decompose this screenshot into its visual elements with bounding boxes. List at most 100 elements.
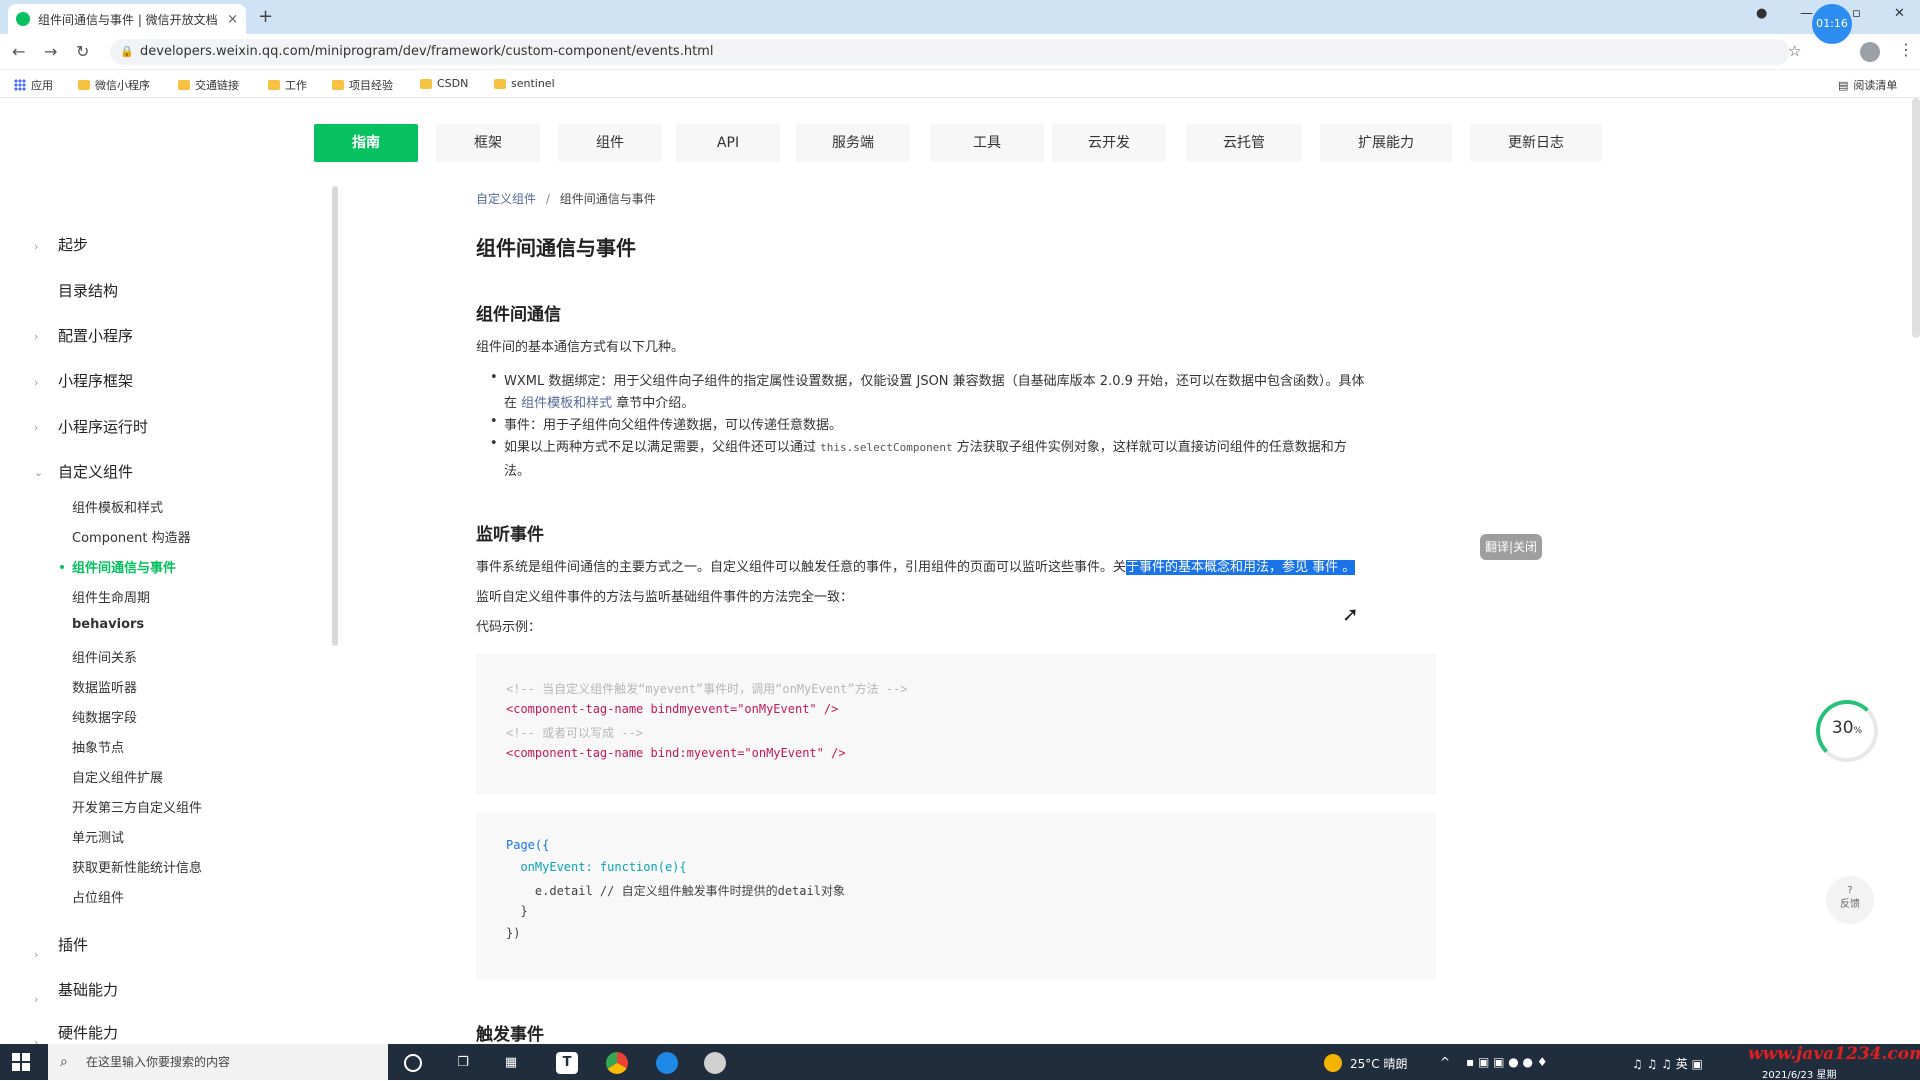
code-line: <!-- 或者可以写成 --> [506,726,644,740]
nav-extended[interactable]: 扩展能力 [1320,124,1452,162]
code-line: Page({ [506,838,550,852]
address-bar-row: ← → ↻ 🔒 developers.weixin.qq.com/minipro… [0,34,1920,70]
sidebar-subitem[interactable]: 占位组件 [72,887,124,906]
nav-components[interactable]: 组件 [558,124,662,162]
taskbar-search-input[interactable]: ⌕ 在这里输入你要搜索的内容 [48,1044,388,1080]
bullet-select-component-line2: 法。 [504,464,531,479]
bookmark-apps[interactable]: 应用 [14,77,53,93]
reading-list-icon: ▤ [1838,78,1849,92]
nav-changelog[interactable]: 更新日志 [1470,124,1602,162]
speed-ring-widget[interactable]: 30% [1816,700,1878,762]
store-icon[interactable]: ▦ [500,1052,522,1074]
sidebar-subitem[interactable]: 纯数据字段 [72,707,137,726]
back-arrow-icon[interactable]: ← [12,42,25,61]
sidebar-subitem[interactable]: 单元测试 [72,827,124,846]
wechat-icon[interactable] [704,1052,726,1074]
sidebar-subitem[interactable]: behaviors [72,617,144,632]
sidebar-subitem[interactable]: 组件模板和样式 [72,497,163,516]
folder-icon [494,78,506,89]
nav-server[interactable]: 服务端 [796,124,910,162]
sidebar-item[interactable]: 起步 [58,234,88,255]
reload-icon[interactable]: ↻ [76,42,89,61]
url-input[interactable]: 🔒 developers.weixin.qq.com/miniprogram/d… [110,39,1790,65]
component-template-link[interactable]: 组件模板和样式 [521,396,612,411]
feedback-button[interactable]: ? 反馈 [1826,876,1874,924]
apps-grid-icon [14,79,26,91]
weather-text[interactable]: 25°C 晴朗 [1350,1055,1407,1072]
bookmark-star-icon[interactable]: ☆ [1788,42,1801,60]
profile-avatar-icon[interactable] [1860,42,1880,62]
bookmark-folder[interactable]: CSDN [420,77,468,90]
nav-guide[interactable]: 指南 [314,124,418,162]
folder-icon [420,78,432,89]
reading-list-button[interactable]: ▤ 阅读清单 [1838,77,1897,93]
sidebar-subitem[interactable]: Component 构造器 [72,527,191,546]
new-tab-button[interactable]: + [258,6,273,27]
tab-close-icon[interactable]: × [227,12,238,27]
windows-taskbar: ⌕ 在这里输入你要搜索的内容 ❐ ▦ T 25°C 晴朗 ^ ▪ ▣ ▣ ● ●… [0,1044,1920,1080]
nav-cloud-hosting[interactable]: 云托管 [1186,124,1302,162]
chevron-right-icon[interactable]: › [34,240,38,253]
nav-cloud-dev[interactable]: 云开发 [1052,124,1166,162]
sidebar-item[interactable]: 硬件能力 [58,1022,118,1043]
bookmark-folder[interactable]: 交通链接 [178,77,239,93]
sidebar [0,186,332,1044]
recording-clock-badge: 01:16 [1812,4,1852,44]
sidebar-item[interactable]: 小程序框架 [58,370,133,391]
sidebar-subitem-active[interactable]: 组件间通信与事件 [72,557,176,576]
sidebar-item-custom-components[interactable]: 自定义组件 [58,461,133,482]
sidebar-subitem[interactable]: 开发第三方自定义组件 [72,797,202,816]
chevron-right-icon[interactable]: › [34,330,38,343]
typora-icon[interactable]: T [556,1052,578,1074]
code-block-wxml[interactable]: <!-- 当自定义组件触发“myevent”事件时，调用“onMyEvent”方… [476,654,1436,794]
maximize-icon[interactable]: ▫ [1852,6,1861,21]
chevron-right-icon[interactable]: › [34,376,38,389]
sidebar-item[interactable]: 插件 [58,934,88,955]
bookmark-folder[interactable]: sentinel [494,77,555,90]
minimize-icon[interactable]: — [1800,6,1813,21]
nav-framework[interactable]: 框架 [436,124,540,162]
tray-expand-icon[interactable]: ^ [1440,1055,1450,1069]
chevron-right-icon[interactable]: › [34,421,38,434]
folder-icon [268,80,280,90]
tray-system-icons[interactable]: ♫ ♫ ♫ 英 ▣ [1632,1055,1703,1072]
chevron-down-icon[interactable]: ⌄ [34,466,43,479]
translate-chip[interactable]: 翻译|关闭 [1480,534,1542,560]
sidebar-subitem[interactable]: 组件间关系 [72,647,137,666]
sidebar-scrollbar[interactable] [332,186,338,646]
cortana-icon[interactable] [404,1054,422,1072]
chevron-right-icon[interactable]: › [34,993,38,1006]
tray-apps-icons[interactable]: ▪ ▣ ▣ ● ● ♦ [1466,1055,1548,1069]
selected-text[interactable]: 于事件的基本概念和用法，参见 事件 。 [1126,560,1356,575]
sidebar-item[interactable]: 小程序运行时 [58,416,148,437]
nav-api[interactable]: API [676,124,780,162]
bullet-events: 事件：用于子组件向父组件传递数据，可以传递任意数据。 [490,414,842,433]
forward-arrow-icon[interactable]: → [44,42,57,61]
browser-tab-active[interactable]: 组件间通信与事件 | 微信开放文档 × [8,4,246,34]
folder-icon [332,80,344,90]
bookmark-folder[interactable]: 微信小程序 [78,77,150,93]
bookmark-folder[interactable]: 工作 [268,77,307,93]
bookmark-folder[interactable]: 项目经验 [332,77,393,93]
nav-tools[interactable]: 工具 [930,124,1044,162]
chevron-right-icon[interactable]: › [34,948,38,961]
windows-start-icon[interactable] [12,1053,30,1071]
extension-icon[interactable]: ● [1756,6,1767,21]
sidebar-item[interactable]: 配置小程序 [58,325,133,346]
chrome-icon[interactable] [606,1052,628,1074]
sidebar-item[interactable]: 目录结构 [58,280,118,301]
sidebar-subitem[interactable]: 数据监听器 [72,677,137,696]
task-view-icon[interactable]: ❐ [452,1052,474,1074]
page-scrollbar[interactable] [1912,98,1920,338]
browser-menu-icon[interactable]: ⋮ [1898,40,1914,59]
section-title: 监听事件 [476,525,544,545]
code-block-js[interactable]: Page({ onMyEvent: function(e){ e.detail … [476,812,1436,980]
sidebar-item[interactable]: 基础能力 [58,979,118,1000]
window-close-icon[interactable]: ✕ [1894,6,1905,21]
sidebar-subitem[interactable]: 获取更新性能统计信息 [72,857,202,876]
qq-browser-icon[interactable] [656,1052,678,1074]
sidebar-subitem[interactable]: 自定义组件扩展 [72,767,163,786]
sidebar-subitem[interactable]: 组件生命周期 [72,587,150,606]
sidebar-subitem[interactable]: 抽象节点 [72,737,124,756]
breadcrumb-parent-link[interactable]: 自定义组件 [476,192,536,206]
